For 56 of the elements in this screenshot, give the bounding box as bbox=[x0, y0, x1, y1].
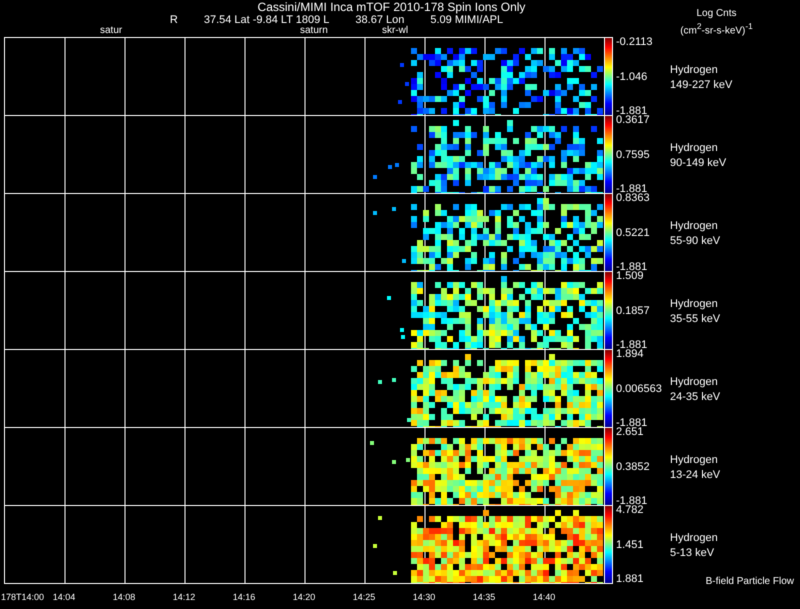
species-label: Hydrogen bbox=[670, 374, 719, 390]
time-tick: 14:30 bbox=[412, 592, 436, 602]
scale-min: -1.881 bbox=[616, 418, 648, 428]
time-tick: 14:25 bbox=[352, 592, 376, 602]
plot-title: Cassini/MIMI Inca mTOF 2010-178 Spin Ions Only bbox=[258, 1, 526, 14]
species-label: Hydrogen bbox=[670, 218, 719, 234]
scale-max: 0.3617 bbox=[616, 115, 651, 125]
scale-mid: 0.1857 bbox=[616, 306, 651, 316]
time-tick: 14:12 bbox=[172, 592, 196, 602]
scale-min: -1.881 bbox=[616, 184, 648, 194]
scale-mid: 1.451 bbox=[616, 540, 645, 550]
footer-note: B-field Particle Flow bbox=[706, 576, 794, 587]
colorbar-units: (cm$^{2}$-sr-s-keV)$^{-1}$ bbox=[680, 20, 753, 38]
scale-mid: -1.046 bbox=[616, 72, 648, 82]
energy-range: 35-55 keV bbox=[670, 312, 720, 326]
orbit-info: 38.67 Lon bbox=[355, 14, 404, 26]
energy-range: 55-90 keV bbox=[670, 234, 720, 248]
time-tick: 14:40 bbox=[532, 592, 556, 602]
time-tick: 14:08 bbox=[112, 592, 136, 602]
species-label: Hydrogen bbox=[670, 62, 719, 78]
scale-min: -1.881 bbox=[616, 340, 648, 350]
scale-min: -1.881 bbox=[616, 106, 648, 116]
scale-max: 1.509 bbox=[616, 271, 644, 281]
orbit-info: R bbox=[170, 14, 178, 26]
energy-range: 13-24 keV bbox=[670, 468, 720, 482]
scale-min: -1.881 bbox=[616, 496, 648, 506]
orbit-info: 37.54 Lat -9.84 LT 1809 L bbox=[204, 14, 330, 26]
species-label: Hydrogen bbox=[670, 452, 719, 468]
species-label: Hydrogen bbox=[670, 140, 719, 156]
energy-range: 90-149 keV bbox=[670, 156, 726, 170]
time-tick: 14:04 bbox=[52, 592, 76, 602]
time-tick: 178T14:00 bbox=[1, 592, 44, 602]
species-label: Hydrogen bbox=[670, 530, 718, 546]
scale-max: -0.2113 bbox=[616, 37, 654, 47]
scale-max: 2.651 bbox=[616, 427, 644, 437]
orbit-info: 5.09 MIMI/APL bbox=[430, 14, 504, 26]
scale-mid: 0.5221 bbox=[616, 228, 651, 238]
scale-max: 4.782 bbox=[616, 505, 644, 515]
scale-min: 1.881 bbox=[616, 574, 645, 584]
energy-range: 24-35 keV bbox=[670, 390, 720, 404]
time-tick: 14:20 bbox=[292, 592, 316, 602]
scale-mid: 0.7595 bbox=[616, 150, 651, 160]
event-marker: satur bbox=[100, 25, 122, 36]
energy-range: 149-227 keV bbox=[670, 78, 732, 92]
scale-mid: 0.006563 bbox=[616, 384, 663, 394]
scale-mid: 0.3852 bbox=[616, 462, 651, 472]
scale-min: -1.881 bbox=[616, 262, 648, 272]
event-marker: skr-wl bbox=[382, 25, 408, 36]
time-tick: 14:16 bbox=[232, 592, 256, 602]
colorbar-title: Log Cnts bbox=[696, 8, 737, 20]
scale-max: 1.894 bbox=[616, 349, 644, 359]
scale-max: 0.8363 bbox=[616, 193, 651, 203]
time-tick: 14:35 bbox=[472, 592, 496, 602]
species-label: Hydrogen bbox=[670, 296, 719, 312]
event-marker: saturn bbox=[300, 25, 328, 36]
energy-range: 5-13 keV bbox=[670, 546, 716, 560]
